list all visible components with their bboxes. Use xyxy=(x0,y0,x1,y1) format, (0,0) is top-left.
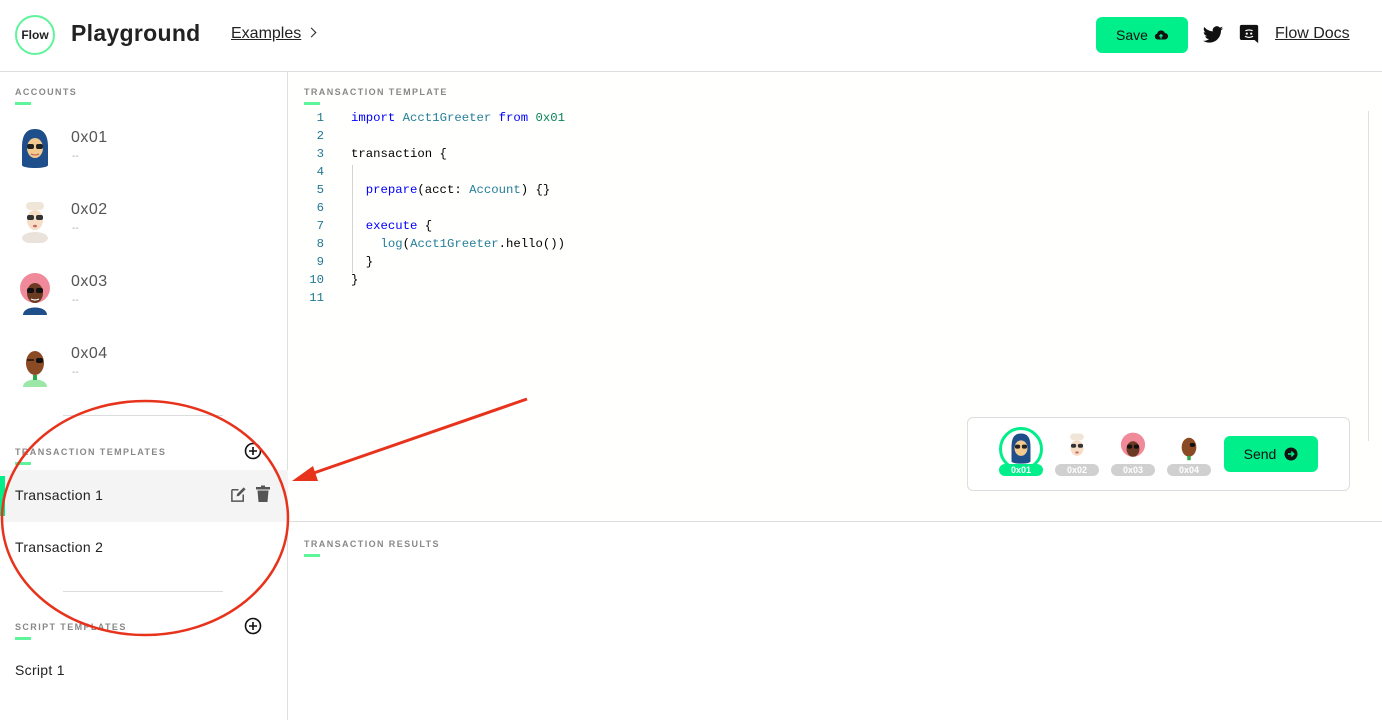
script-template-item[interactable]: Script 1 xyxy=(0,645,288,697)
signer-panel: 0x01 0x02 0x03 0x04 Send xyxy=(967,417,1350,491)
avatar-icon xyxy=(1070,433,1084,456)
trash-icon[interactable] xyxy=(255,485,271,503)
flow-docs-link[interactable]: Flow Docs xyxy=(1275,25,1350,43)
signer-option[interactable]: 0x02 xyxy=(1054,430,1100,478)
examples-label: Examples xyxy=(231,25,302,42)
transaction-template-item[interactable]: Transaction 2 xyxy=(0,522,288,574)
avatar-icon xyxy=(23,351,47,387)
transaction-template-heading: TRANSACTION TEMPLATE xyxy=(304,87,448,105)
avatar-icon xyxy=(22,129,48,168)
accounts-heading: ACCOUNTS xyxy=(15,87,78,105)
signer-option[interactable]: 0x01 xyxy=(998,427,1044,478)
transaction-results-heading: TRANSACTION RESULTS xyxy=(304,539,440,557)
sidebar-divider xyxy=(63,591,223,592)
editor-scrollbar[interactable] xyxy=(1368,111,1369,441)
flow-logo[interactable]: Flow xyxy=(15,15,55,55)
send-button[interactable]: Send xyxy=(1224,436,1318,472)
send-label: Send xyxy=(1243,446,1277,462)
avatar-icon xyxy=(1181,437,1197,461)
avatar-icon xyxy=(20,273,50,315)
transaction-template-label: Transaction 1 xyxy=(15,487,104,503)
account-item[interactable]: 0x01 -- xyxy=(0,113,288,185)
account-address: 0x03 xyxy=(71,273,108,290)
twitter-icon[interactable] xyxy=(1202,24,1224,46)
account-item[interactable]: 0x02 -- xyxy=(0,185,288,257)
script-templates-heading: SCRIPT TEMPLATES xyxy=(15,622,127,640)
add-script-icon[interactable] xyxy=(244,617,262,635)
avatar-icon xyxy=(22,202,48,243)
arrow-right-circle-icon xyxy=(1284,447,1298,461)
save-button[interactable]: Save xyxy=(1096,17,1188,53)
transaction-template-item[interactable]: Transaction 1 xyxy=(0,470,288,522)
signer-option[interactable]: 0x03 xyxy=(1110,430,1156,478)
account-subtext: -- xyxy=(72,151,79,162)
account-item[interactable]: 0x04 -- xyxy=(0,329,288,401)
sidebar: ACCOUNTS 0x01 -- 0x02 -- 0x03 -- 0x04 --… xyxy=(0,72,288,720)
signer-label: 0x01 xyxy=(999,464,1043,476)
signer-label: 0x03 xyxy=(1111,464,1155,476)
transaction-templates-heading: TRANSACTION TEMPLATES xyxy=(15,447,167,465)
examples-link[interactable]: Examples xyxy=(231,25,317,43)
account-address: 0x02 xyxy=(71,201,108,218)
avatar-icon xyxy=(1120,432,1146,457)
edit-icon[interactable] xyxy=(230,486,247,503)
discord-icon[interactable] xyxy=(1238,23,1260,45)
app-title: Playground xyxy=(71,20,201,46)
cloud-upload-icon xyxy=(1154,30,1168,40)
add-transaction-icon[interactable] xyxy=(244,442,262,460)
signer-option[interactable]: 0x04 xyxy=(1166,430,1212,478)
transaction-template-label: Transaction 2 xyxy=(15,539,104,555)
account-address: 0x01 xyxy=(71,129,108,146)
account-subtext: -- xyxy=(72,367,79,378)
signer-label: 0x02 xyxy=(1055,464,1099,476)
account-item[interactable]: 0x03 -- xyxy=(0,257,288,329)
avatar-icon xyxy=(1011,433,1031,464)
chevron-right-icon xyxy=(306,27,317,38)
app-header: Flow Playground Examples Save Flow Docs xyxy=(0,0,1382,72)
account-subtext: -- xyxy=(72,223,79,234)
script-template-label: Script 1 xyxy=(15,662,65,678)
sidebar-divider xyxy=(63,415,223,416)
account-address: 0x04 xyxy=(71,345,108,362)
save-label: Save xyxy=(1116,27,1148,43)
account-subtext: -- xyxy=(72,295,79,306)
signer-label: 0x04 xyxy=(1167,464,1211,476)
